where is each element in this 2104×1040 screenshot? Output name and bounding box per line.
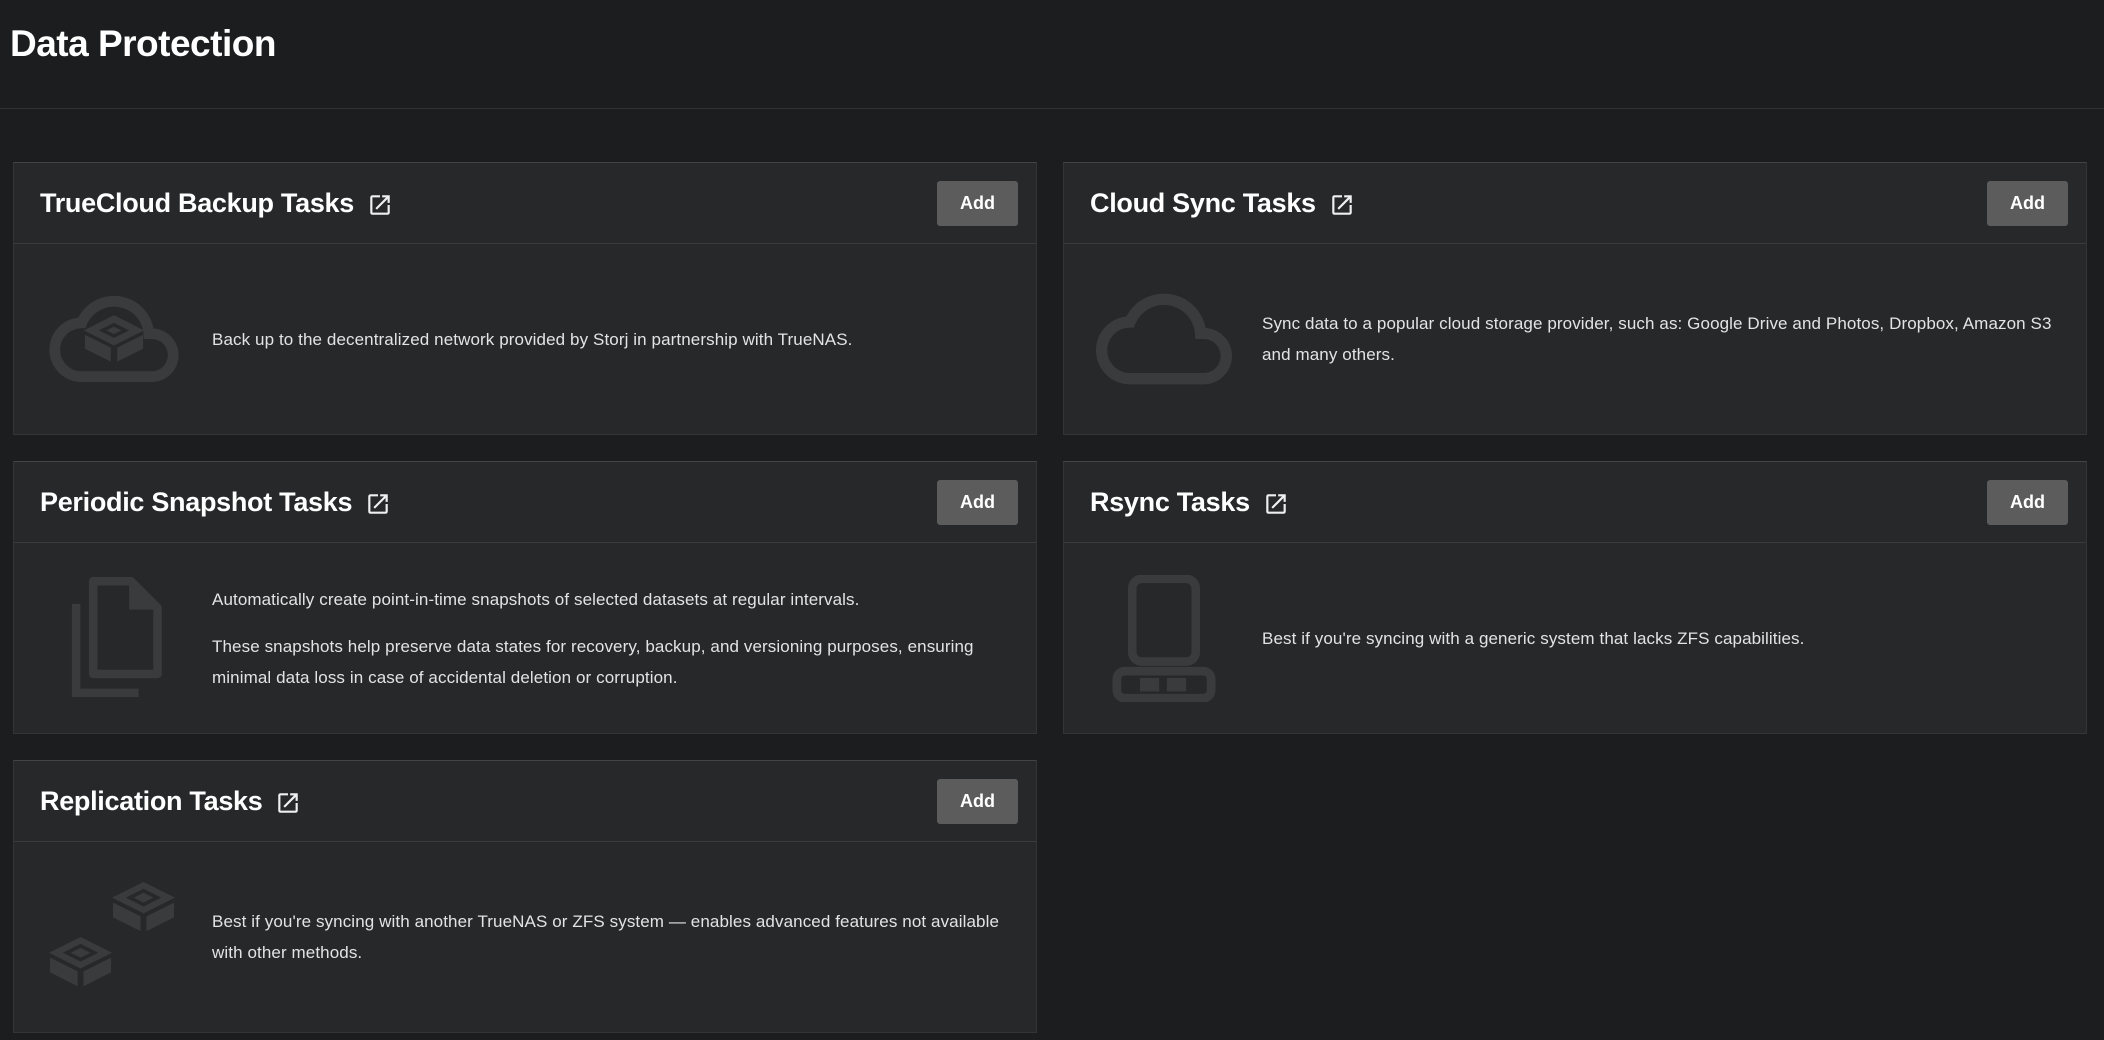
card-body: Automatically create point-in-time snaps… [14, 543, 1036, 733]
cloud-icon [1094, 282, 1234, 396]
snapshot-copy-icon [44, 575, 184, 701]
add-button[interactable]: Add [1987, 480, 2068, 525]
add-button[interactable]: Add [1987, 181, 2068, 226]
task-card: Periodic Snapshot Tasks Add Automaticall… [13, 461, 1037, 734]
card-description-line: Back up to the decentralized network pro… [212, 324, 852, 355]
card-body: Sync data to a popular cloud storage pro… [1064, 244, 2086, 434]
card-description: Best if you're syncing with another True… [212, 906, 1006, 968]
card-header: Periodic Snapshot Tasks Add [14, 462, 1036, 543]
card-description: Best if you're syncing with a generic sy… [1262, 623, 1804, 654]
card-title-text: TrueCloud Backup Tasks [40, 188, 354, 219]
card-description-line: Automatically create point-in-time snaps… [212, 584, 1006, 615]
card-title-text: Periodic Snapshot Tasks [40, 487, 352, 518]
task-card: Cloud Sync Tasks Add Sync data to a popu… [1063, 162, 2087, 435]
card-body: Back up to the decentralized network pro… [14, 244, 1036, 434]
task-card: TrueCloud Backup Tasks Add Back up to th… [13, 162, 1037, 435]
card-title-text: Rsync Tasks [1090, 487, 1250, 518]
card-title-text: Cloud Sync Tasks [1090, 188, 1316, 219]
card-description: Back up to the decentralized network pro… [212, 324, 852, 355]
header-divider [0, 108, 2104, 109]
card-description-line: Best if you're syncing with another True… [212, 906, 1006, 968]
card-description-line: Best if you're syncing with a generic sy… [1262, 623, 1804, 654]
card-body: Best if you're syncing with another True… [14, 842, 1036, 1032]
card-description-line: These snapshots help preserve data state… [212, 631, 1006, 693]
card-body: Best if you're syncing with a generic sy… [1064, 543, 2086, 733]
card-title-link[interactable]: Periodic Snapshot Tasks [40, 487, 391, 518]
card-header: Rsync Tasks Add [1064, 462, 2086, 543]
card-header: TrueCloud Backup Tasks Add [14, 163, 1036, 244]
add-button[interactable]: Add [937, 480, 1018, 525]
page-header: Data Protection [0, 0, 2104, 66]
page-title: Data Protection [10, 22, 2088, 66]
card-header: Cloud Sync Tasks Add [1064, 163, 2086, 244]
cards-grid: TrueCloud Backup Tasks Add Back up to th… [0, 162, 2104, 1033]
open-in-new-icon [365, 488, 391, 517]
task-card: Replication Tasks Add Best if you're syn… [13, 760, 1037, 1033]
open-in-new-icon [275, 787, 301, 816]
card-title-link[interactable]: Replication Tasks [40, 786, 301, 817]
computer-icon [1094, 575, 1234, 702]
open-in-new-icon [1329, 189, 1355, 218]
task-card: Rsync Tasks Add Best if you're syncing w… [1063, 461, 2087, 734]
replication-boxes-icon [44, 876, 184, 998]
card-description: Sync data to a popular cloud storage pro… [1262, 308, 2056, 370]
card-title-link[interactable]: Cloud Sync Tasks [1090, 188, 1355, 219]
card-title-text: Replication Tasks [40, 786, 262, 817]
add-button[interactable]: Add [937, 779, 1018, 824]
card-header: Replication Tasks Add [14, 761, 1036, 842]
open-in-new-icon [367, 189, 393, 218]
card-description: Automatically create point-in-time snaps… [212, 584, 1006, 693]
truecloud-storj-icon [44, 283, 184, 395]
card-description-line: Sync data to a popular cloud storage pro… [1262, 308, 2056, 370]
open-in-new-icon [1263, 488, 1289, 517]
add-button[interactable]: Add [937, 181, 1018, 226]
card-title-link[interactable]: TrueCloud Backup Tasks [40, 188, 393, 219]
card-title-link[interactable]: Rsync Tasks [1090, 487, 1289, 518]
